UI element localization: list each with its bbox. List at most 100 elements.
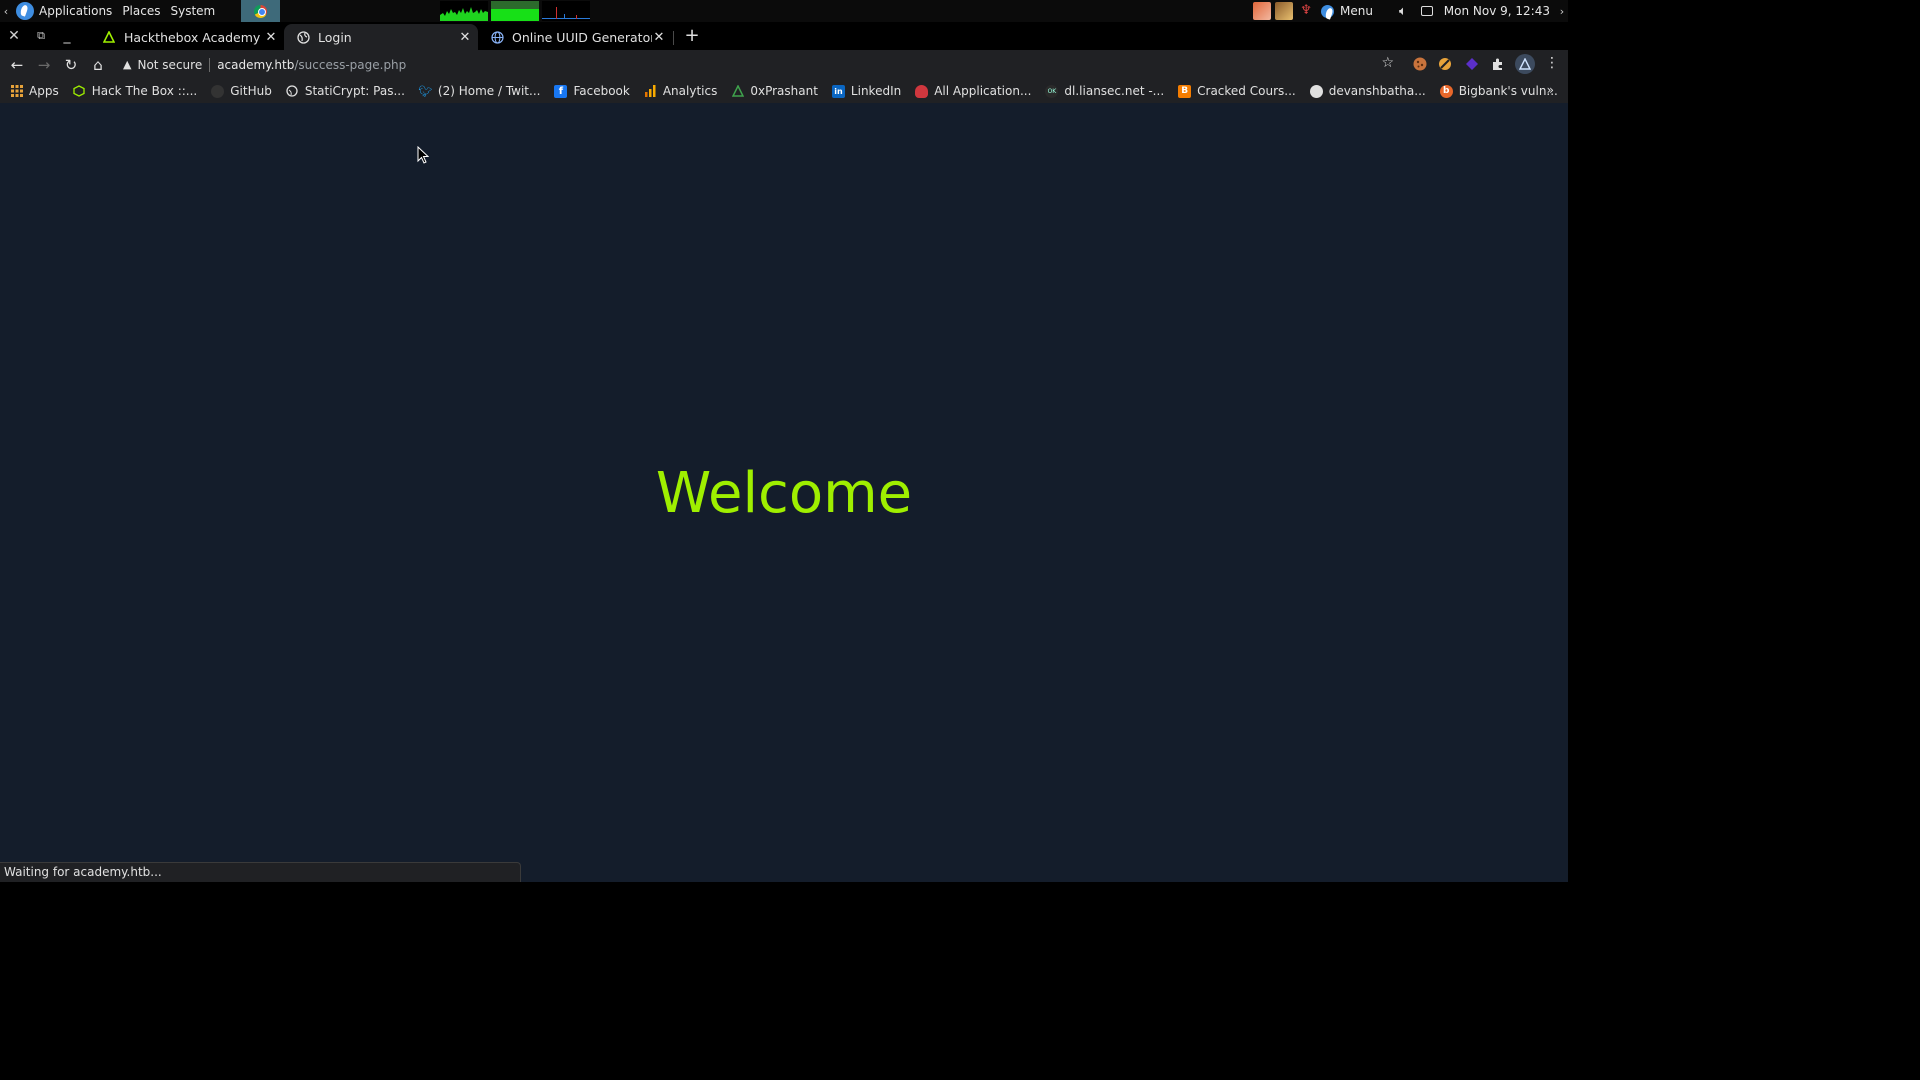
bookmark-label: LinkedIn bbox=[850, 84, 902, 98]
menu-logo-icon[interactable] bbox=[1321, 4, 1335, 18]
analytics-icon bbox=[644, 85, 657, 98]
bookmark-twitter[interactable]: 🐦︎ (2) Home / Twit... bbox=[418, 84, 541, 98]
notification-icon[interactable] bbox=[1420, 6, 1433, 16]
tab-title: Online UUID Generator To bbox=[512, 29, 652, 45]
globe-favicon-icon bbox=[296, 30, 310, 44]
bookmark-0xprashant[interactable]: 0xPrashant bbox=[731, 84, 818, 98]
bigbank-icon: b bbox=[1439, 84, 1453, 98]
bookmark-label: (2) Home / Twit... bbox=[437, 84, 541, 98]
back-arrow-icon[interactable]: ← bbox=[4, 52, 30, 78]
panel-menu-places[interactable]: Places bbox=[122, 4, 160, 18]
cookie-extension-icon[interactable] bbox=[1412, 56, 1428, 72]
bookmark-staticrypt[interactable]: StatiCrypt: Pas... bbox=[286, 84, 405, 98]
panel-left-arrow-icon[interactable]: ‹ bbox=[0, 5, 12, 18]
bookmark-hackthebox[interactable]: Hack The Box ::... bbox=[73, 84, 198, 98]
bookmark-label: Facebook bbox=[573, 84, 630, 98]
blocker-extension-icon[interactable] bbox=[1437, 56, 1453, 72]
bookmarks-overflow-chevron-icon[interactable]: » bbox=[1547, 83, 1554, 97]
htb-favicon-icon bbox=[102, 30, 116, 44]
bookmark-github[interactable]: GitHub bbox=[211, 84, 272, 98]
network-monitor-graph bbox=[542, 1, 590, 21]
panel-tray: ♆ Menu 🔈︎ Mon Nov 9, 12:43 › bbox=[1253, 0, 1568, 22]
bookmark-facebook[interactable]: f Facebook bbox=[554, 84, 630, 98]
bookmark-apps[interactable]: Apps bbox=[10, 84, 59, 98]
bookmark-star-icon[interactable]: ☆ bbox=[1381, 55, 1394, 71]
bookmark-label: All Application... bbox=[934, 84, 1032, 98]
mate-menu-logo-icon[interactable] bbox=[16, 2, 34, 20]
bookmark-label: Analytics bbox=[662, 84, 718, 98]
bookmark-label: Hack The Box ::... bbox=[91, 84, 198, 98]
warning-triangle-icon[interactable]: ▲ bbox=[123, 58, 131, 71]
apps-grid-icon bbox=[10, 85, 23, 98]
chrome-menu-kebab-icon[interactable]: ⋮ bbox=[1545, 55, 1559, 71]
bookmark-devanshbatham[interactable]: devanshbatha... bbox=[1309, 84, 1426, 98]
mouse-cursor-icon bbox=[417, 146, 429, 164]
address-bar[interactable]: ▲ Not secure academy.htb/success-page.ph… bbox=[115, 53, 1400, 76]
page-content: Welcome bbox=[0, 103, 1568, 882]
tray-kali-dragon-icon[interactable]: ♆ bbox=[1297, 2, 1315, 20]
bookmark-label: Bigbank's vuln... bbox=[1458, 84, 1558, 98]
panel-clock[interactable]: Mon Nov 9, 12:43 bbox=[1444, 4, 1550, 18]
forward-arrow-icon[interactable]: → bbox=[31, 52, 57, 78]
bookmark-bigbank[interactable]: b Bigbank's vuln... bbox=[1439, 84, 1558, 98]
tab-login[interactable]: Login ✕ bbox=[284, 24, 478, 50]
tab-title: Hackthebox Academy writ bbox=[124, 29, 264, 45]
liansec-icon: OK bbox=[1045, 84, 1059, 98]
panel-right-arrow-icon[interactable]: › bbox=[1556, 5, 1568, 18]
tab-uuid-generator[interactable]: Online UUID Generator To ✕ bbox=[478, 24, 672, 50]
window-minimize-icon[interactable]: _ bbox=[58, 27, 76, 45]
tray-app-icon[interactable] bbox=[1253, 2, 1272, 20]
welcome-heading: Welcome bbox=[655, 461, 913, 526]
tab-close-icon[interactable]: ✕ bbox=[264, 30, 278, 45]
home-icon[interactable]: ⌂ bbox=[85, 52, 111, 78]
htb-cube-icon bbox=[73, 85, 86, 98]
url-path[interactable]: /success-page.php bbox=[294, 58, 406, 72]
tray-avatar-icon[interactable] bbox=[1275, 2, 1294, 20]
not-secure-label[interactable]: Not secure bbox=[137, 58, 202, 72]
url-host[interactable]: academy.htb bbox=[217, 58, 294, 72]
bookmark-label: Apps bbox=[29, 84, 59, 98]
bookmark-label: dl.liansec.net -... bbox=[1064, 84, 1165, 98]
github-icon bbox=[211, 84, 225, 98]
bookmark-label: StatiCrypt: Pas... bbox=[304, 84, 405, 98]
bookmark-analytics[interactable]: Analytics bbox=[644, 84, 718, 98]
bookmark-label: GitHub bbox=[230, 84, 272, 98]
htb-icon bbox=[731, 85, 744, 98]
panel-menu-applications[interactable]: Applications bbox=[39, 4, 112, 18]
web-favicon-icon bbox=[490, 30, 504, 44]
bookmark-linkedin[interactable]: in LinkedIn bbox=[831, 84, 902, 98]
bookmark-liansec[interactable]: OK dl.liansec.net -... bbox=[1045, 84, 1164, 98]
tab-close-icon[interactable]: ✕ bbox=[458, 30, 472, 45]
reload-icon[interactable]: ↻ bbox=[58, 52, 84, 78]
wappalyzer-extension-icon[interactable] bbox=[1464, 56, 1480, 72]
bookmark-label: Cracked Cours... bbox=[1197, 84, 1296, 98]
twitter-icon: 🐦︎ bbox=[418, 84, 433, 98]
window-close-icon[interactable]: ✕ bbox=[5, 27, 23, 45]
htb-profile-icon bbox=[1519, 58, 1531, 70]
bookmark-all-applications[interactable]: All Application... bbox=[915, 84, 1031, 98]
tab-hackthebox-academy[interactable]: Hackthebox Academy writ ✕ bbox=[90, 24, 284, 50]
address-divider bbox=[209, 57, 211, 72]
panel-menu-button[interactable]: Menu bbox=[1340, 4, 1373, 18]
extensions-puzzle-icon[interactable] bbox=[1490, 56, 1506, 72]
tab-title: Login bbox=[318, 29, 352, 45]
tab-separator bbox=[673, 31, 674, 45]
window-restore-icon[interactable]: ⧉ bbox=[32, 27, 50, 45]
bookmark-cracked-courses[interactable]: B Cracked Cours... bbox=[1178, 84, 1296, 98]
bookmark-label: 0xPrashant bbox=[750, 84, 818, 98]
system-panel: ‹ Applications Places System ♆ Menu 🔈︎ M… bbox=[0, 0, 1568, 22]
staticrypt-icon bbox=[286, 85, 299, 98]
memory-monitor-graph bbox=[491, 1, 539, 21]
facebook-icon: f bbox=[554, 84, 568, 98]
tab-strip: ✕ ⧉ _ Hackthebox Academy writ ✕ Login ✕ … bbox=[0, 22, 1568, 50]
blogger-icon: B bbox=[1178, 84, 1192, 98]
profile-avatar[interactable] bbox=[1515, 54, 1535, 74]
taskbar-chrome-button[interactable] bbox=[241, 0, 281, 22]
new-tab-plus-icon[interactable]: + bbox=[683, 27, 701, 45]
status-bar: Waiting for academy.htb... bbox=[0, 862, 521, 882]
tab-close-icon[interactable]: ✕ bbox=[652, 30, 666, 45]
volume-icon[interactable]: 🔈︎ bbox=[1399, 4, 1407, 19]
panel-menu-system[interactable]: System bbox=[170, 4, 215, 18]
chrome-icon bbox=[254, 4, 268, 18]
bookmark-label: devanshbatha... bbox=[1328, 84, 1426, 98]
